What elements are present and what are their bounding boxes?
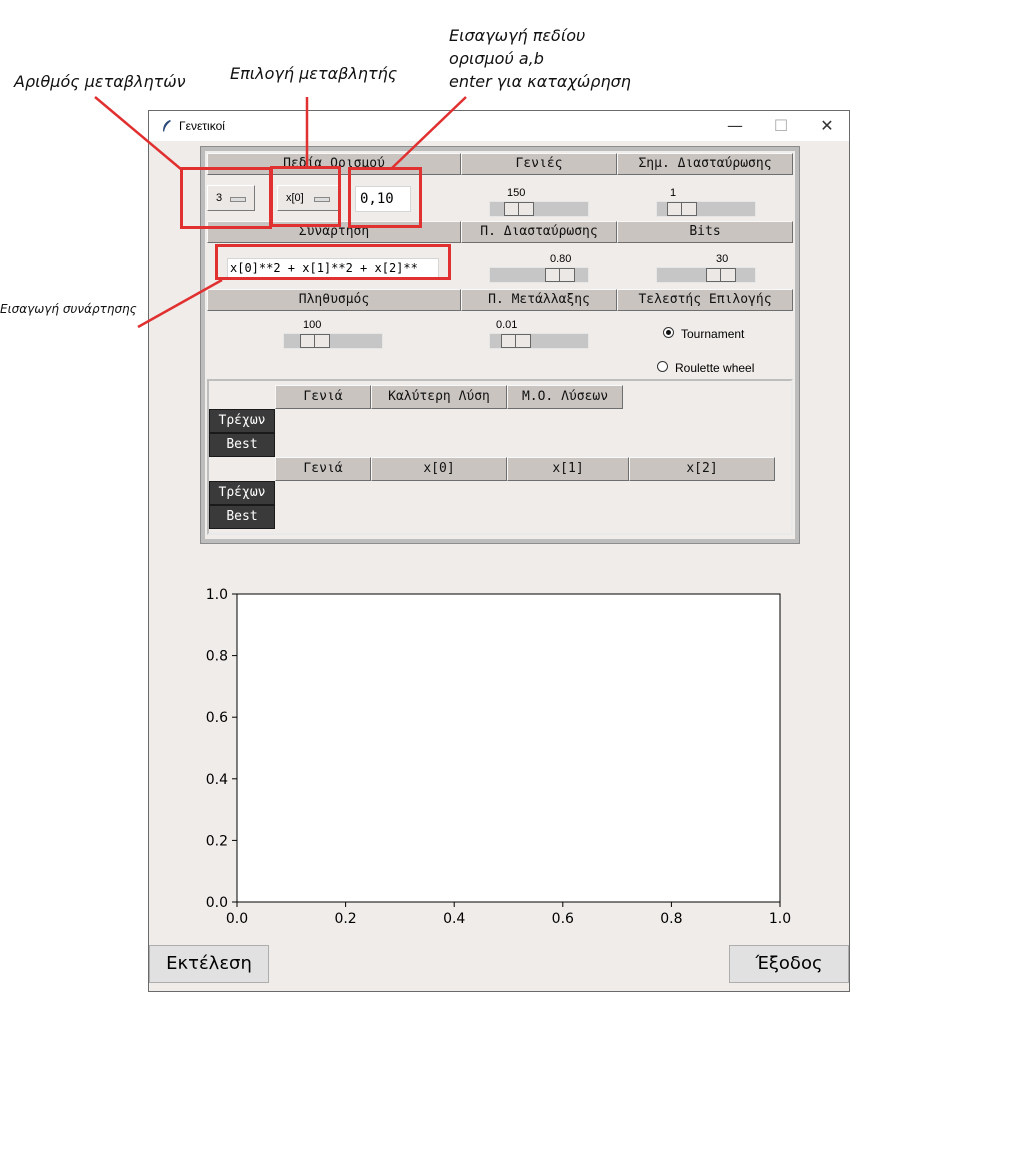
arrow-function <box>137 278 223 329</box>
arrow-domain <box>391 96 467 169</box>
arrow-num-vars <box>94 96 183 171</box>
annotation-arrows <box>94 96 467 329</box>
